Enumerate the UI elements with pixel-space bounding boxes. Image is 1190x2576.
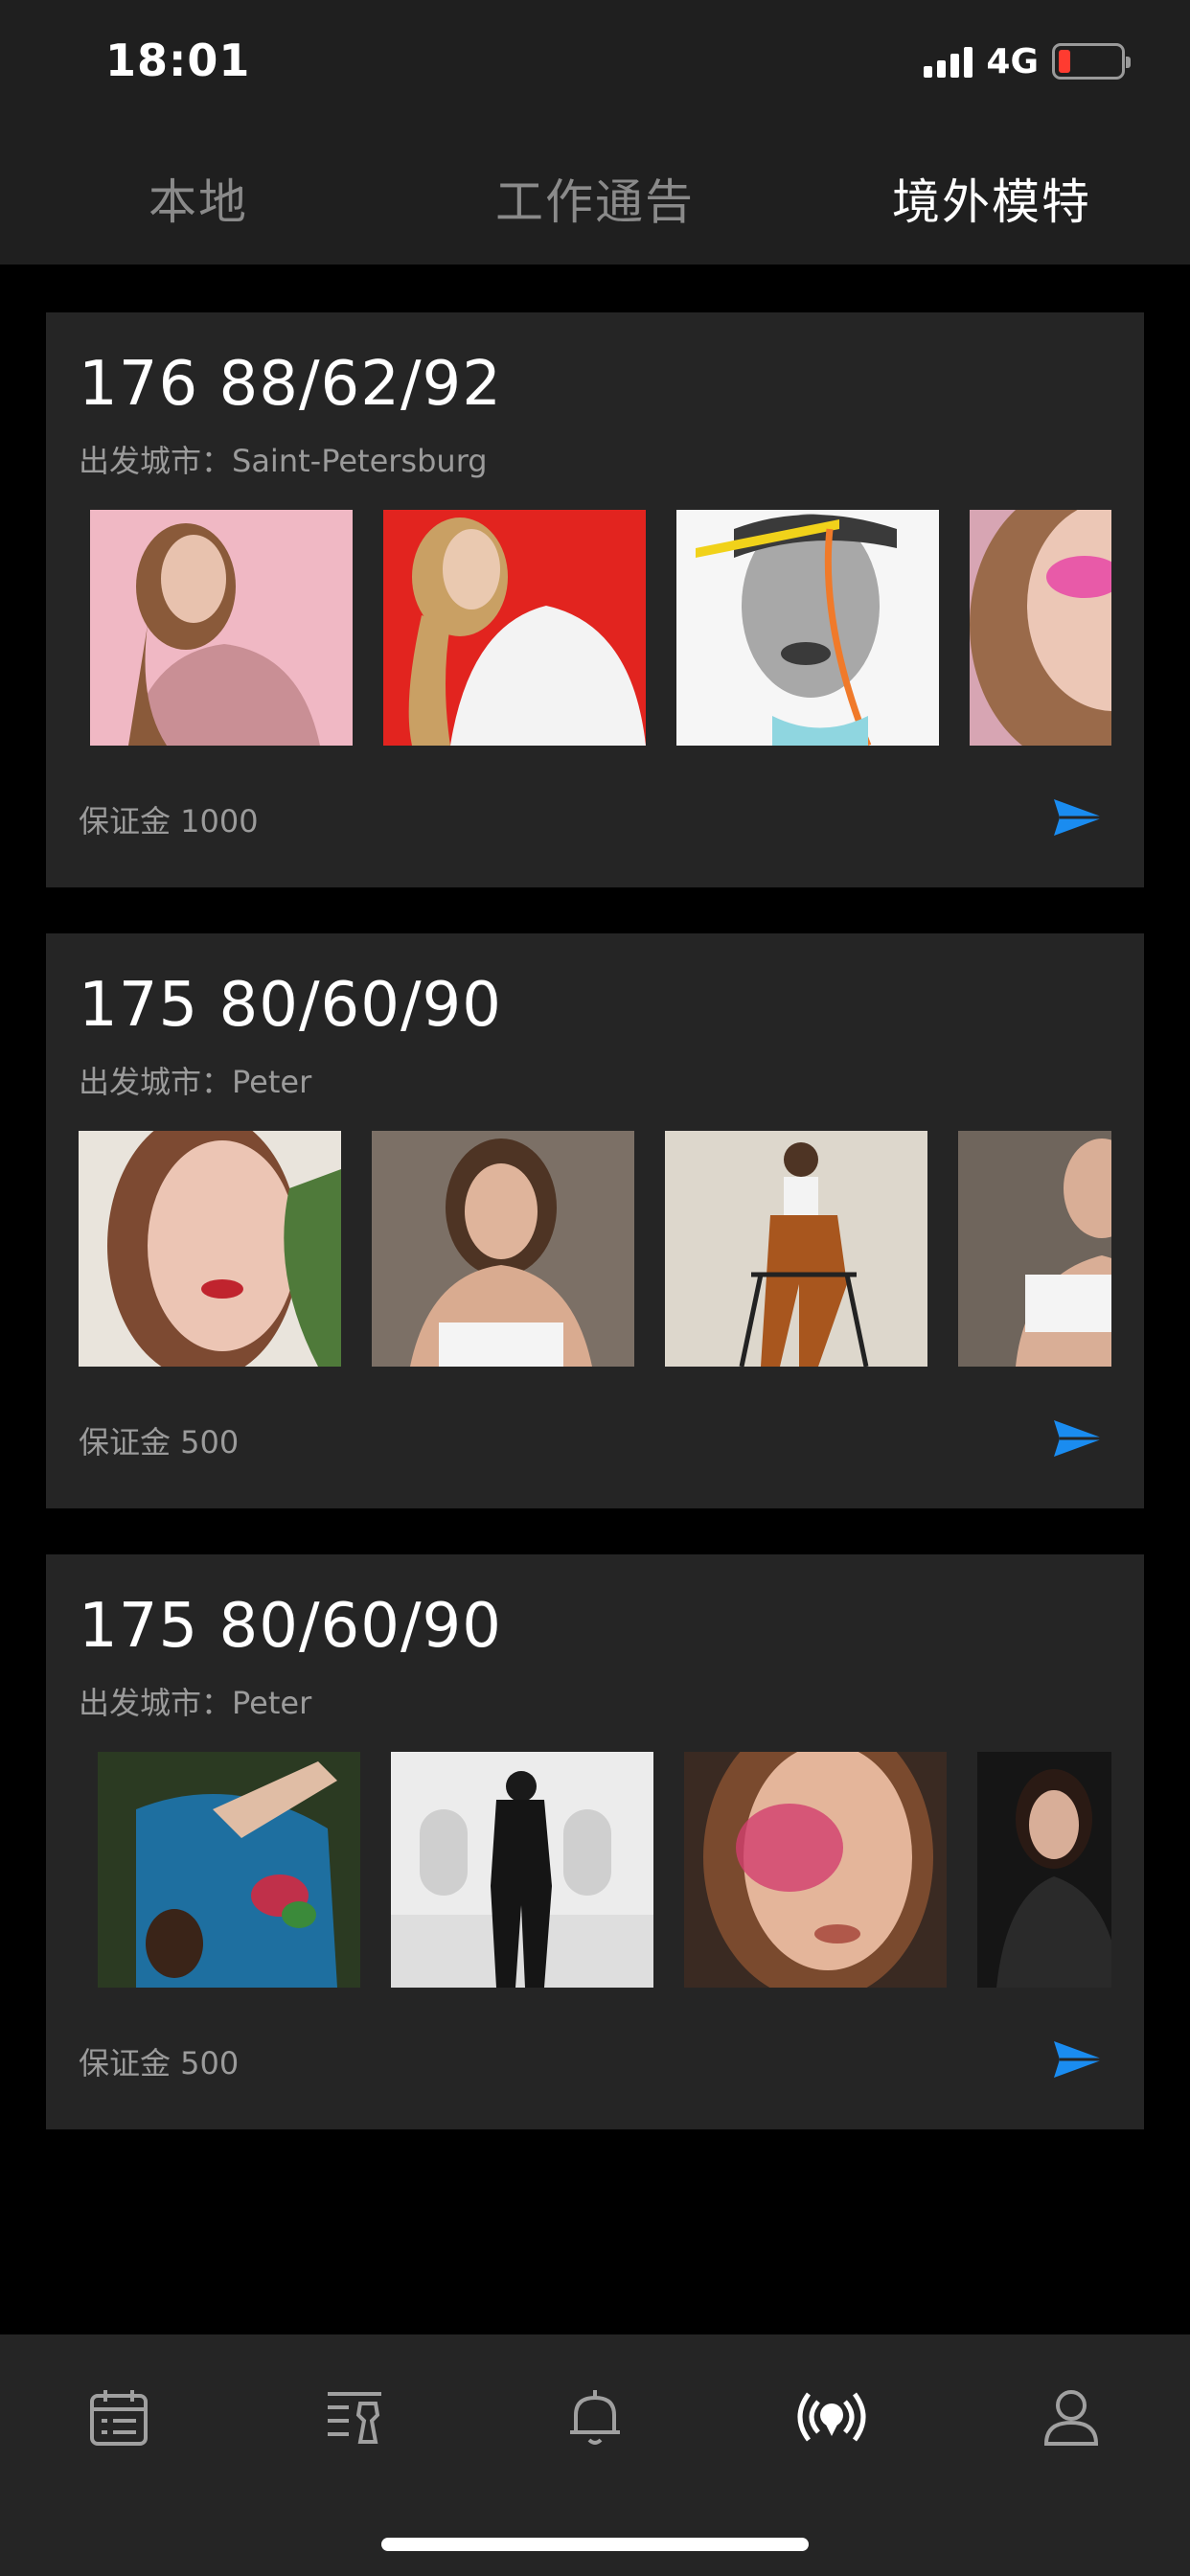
model-card[interactable]: 175 80/60/90 出发城市：Peter 保证金 500 [46, 1554, 1144, 2129]
model-photo[interactable] [391, 1752, 653, 1988]
model-photo[interactable] [684, 1752, 947, 1988]
photo-strip[interactable] [46, 1131, 1111, 1367]
model-photo[interactable] [383, 510, 646, 746]
top-tabs: 本地 工作通告 境外模特 [0, 132, 1190, 264]
model-photo[interactable] [977, 1752, 1111, 1988]
model-photo[interactable] [90, 510, 353, 746]
model-photo[interactable] [958, 1131, 1111, 1367]
model-photo[interactable] [98, 1752, 360, 1988]
tab-job-notices[interactable]: 工作通告 [397, 164, 793, 233]
model-measurements: 175 80/60/90 [79, 1591, 502, 1662]
deposit-label: 保证金 500 [79, 2045, 240, 2082]
job-list-icon[interactable] [322, 2382, 391, 2451]
tab-overseas-models[interactable]: 境外模特 [793, 164, 1190, 233]
model-photo[interactable] [970, 510, 1111, 746]
send-icon[interactable] [1052, 2039, 1106, 2080]
network-label: 4G [986, 41, 1039, 81]
battery-icon [1052, 43, 1131, 80]
photo-strip[interactable] [46, 1752, 1111, 1988]
photo-strip[interactable] [46, 510, 1111, 746]
model-photo[interactable] [665, 1131, 927, 1367]
model-measurements: 175 80/60/90 [79, 970, 502, 1041]
status-time: 18:01 [105, 34, 251, 86]
model-photo[interactable] [79, 1131, 341, 1367]
deposit-label: 保证金 500 [79, 1424, 240, 1460]
send-icon[interactable] [1052, 797, 1106, 838]
model-photo[interactable] [676, 510, 939, 746]
profile-icon[interactable] [1037, 2382, 1106, 2451]
model-measurements: 176 88/62/92 [79, 349, 502, 420]
calendar-icon[interactable] [84, 2382, 153, 2451]
model-photo[interactable] [372, 1131, 634, 1367]
departure-city: 出发城市：Peter [79, 1685, 312, 1721]
home-indicator[interactable] [381, 2538, 809, 2551]
send-icon[interactable] [1052, 1418, 1106, 1459]
deposit-label: 保证金 1000 [79, 803, 259, 840]
bell-icon[interactable] [561, 2382, 629, 2451]
status-bar: 18:01 4G [0, 0, 1190, 132]
model-feed[interactable]: 176 88/62/92 出发城市：Saint-Petersburg 保证金 1… [0, 264, 1190, 2334]
departure-city: 出发城市：Peter [79, 1064, 312, 1100]
tab-local[interactable]: 本地 [0, 164, 397, 233]
model-card[interactable]: 175 80/60/90 出发城市：Peter 保证金 500 [46, 933, 1144, 1508]
signal-icon [924, 45, 973, 78]
model-card[interactable]: 176 88/62/92 出发城市：Saint-Petersburg 保证金 1… [46, 312, 1144, 887]
broadcast-icon[interactable] [797, 2382, 866, 2451]
status-indicators: 4G [924, 41, 1131, 81]
departure-city: 出发城市：Saint-Petersburg [79, 443, 488, 479]
